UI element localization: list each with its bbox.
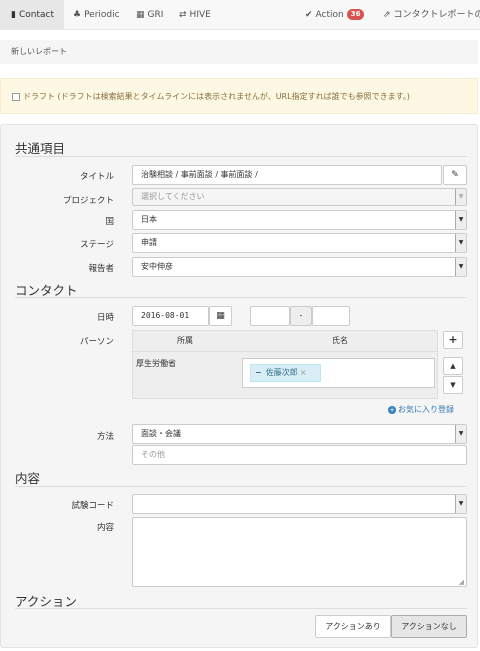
- nav-tab-gri[interactable]: ▦ GRI: [136, 0, 163, 30]
- reporter-label: 報告者: [88, 264, 114, 274]
- favorites-link[interactable]: + お気に入り登録: [388, 404, 454, 415]
- nav-tab-periodic-label: Periodic: [84, 10, 120, 20]
- plus-circle-icon: +: [388, 406, 396, 414]
- nav-tab-periodic[interactable]: ♣ Periodic: [73, 0, 120, 30]
- grid-icon: ▦: [136, 10, 145, 20]
- method-value: 面談・会議: [141, 429, 181, 438]
- chevron-down-icon: ▼: [450, 381, 456, 389]
- edit-icon: ✎: [451, 170, 459, 180]
- minus-icon[interactable]: −: [255, 368, 262, 377]
- chevron-down-icon: ▼: [455, 189, 466, 205]
- chevron-down-icon: ▼: [455, 234, 466, 252]
- country-label: 国: [105, 217, 114, 227]
- calendar-button[interactable]: ▦: [209, 306, 232, 326]
- section-divider: [15, 297, 467, 298]
- chevron-down-icon: ▼: [455, 211, 466, 229]
- table-row: 厚生労働省 − 佐藤次郎 ×: [132, 352, 438, 399]
- move-down-button[interactable]: ▼: [443, 376, 463, 394]
- chevron-down-icon: ▼: [455, 495, 466, 513]
- external-link-icon: ⇗: [383, 10, 391, 20]
- method-select[interactable]: 面談・会議 ▼: [132, 424, 467, 444]
- no-action-button[interactable]: アクションなし: [391, 615, 467, 638]
- project-placeholder: 選択してください: [141, 192, 205, 201]
- person-tag[interactable]: − 佐藤次郎 ×: [250, 364, 321, 382]
- datetime-label: 日時: [96, 313, 114, 323]
- project-select[interactable]: 選択してください ▼: [132, 188, 467, 206]
- title-label: タイトル: [79, 172, 114, 182]
- resize-handle-icon[interactable]: ◢: [459, 579, 464, 586]
- action-count-badge: 36: [346, 9, 365, 20]
- nav-contact-report-label: コンタクトレポートの: [393, 10, 480, 20]
- plus-icon: +: [448, 333, 458, 346]
- section-divider: [15, 156, 467, 157]
- reporter-select[interactable]: 安中伸彦 ▼: [132, 257, 467, 277]
- project-label: プロジェクト: [62, 196, 114, 206]
- stage-label: ステージ: [80, 240, 114, 250]
- calendar-icon: ▦: [216, 311, 225, 321]
- checkmark-icon: ✔: [305, 10, 313, 20]
- chevron-down-icon: ▼: [455, 258, 466, 276]
- draft-notice-text: ドラフト (ドラフトは検索結果とタイムラインには表示されませんが、URL指定すれ…: [23, 92, 410, 101]
- other-method-input[interactable]: その他: [132, 445, 467, 465]
- edit-title-button[interactable]: ✎: [443, 165, 467, 185]
- section-heading-content: 内容: [15, 471, 41, 486]
- chevron-up-icon: ▲: [450, 362, 456, 370]
- add-person-button[interactable]: +: [443, 331, 463, 349]
- chevron-down-icon: ▼: [455, 425, 466, 443]
- nav-tab-contact[interactable]: ▮ Contact: [0, 0, 64, 30]
- nav-action[interactable]: ✔ Action 36: [305, 0, 365, 30]
- country-value: 日本: [141, 215, 157, 224]
- country-select[interactable]: 日本 ▼: [132, 210, 467, 230]
- section-divider: [15, 486, 467, 487]
- nav-tab-hive[interactable]: ⇄ HIVE: [179, 0, 211, 30]
- test-code-select[interactable]: ▼: [132, 494, 467, 514]
- top-navbar: ▮ Contact ♣ Periodic ▦ GRI ⇄ HIVE ✔ Action 36 …: [0, 0, 480, 30]
- breadcrumb: 新しいレポート: [0, 40, 478, 64]
- column-affiliation: 所属: [177, 336, 193, 345]
- time-separator: -: [290, 306, 312, 326]
- favorites-link-label: お気に入り登録: [398, 405, 454, 414]
- move-up-button[interactable]: ▲: [443, 357, 463, 375]
- refresh-icon: ⇄: [179, 10, 187, 20]
- test-code-label: 試験コード: [71, 501, 114, 511]
- stage-value: 申請: [141, 238, 157, 247]
- nav-tab-gri-label: GRI: [147, 10, 164, 20]
- title-input[interactable]: 治験相談 / 事前面談 / 事前面談 /: [132, 165, 442, 185]
- person-tag-input[interactable]: − 佐藤次郎 ×: [242, 358, 435, 388]
- content-label: 内容: [96, 523, 114, 533]
- person-tag-name: 佐藤次郎: [265, 368, 298, 377]
- draft-checkbox[interactable]: [12, 92, 20, 101]
- column-name: 氏名: [332, 336, 348, 345]
- document-icon: ▮: [11, 10, 16, 20]
- content-textarea[interactable]: ◢: [132, 517, 467, 587]
- date-input[interactable]: 2016-08-01: [132, 306, 209, 326]
- page-title: 新しいレポート: [11, 47, 67, 56]
- stage-select[interactable]: 申請 ▼: [132, 233, 467, 253]
- reporter-value: 安中伸彦: [141, 262, 173, 271]
- section-divider: [15, 608, 467, 609]
- draft-alert: ドラフト (ドラフトは検索結果とタイムラインには表示されませんが、URL指定すれ…: [0, 78, 478, 114]
- nav-tab-hive-label: HIVE: [189, 10, 211, 20]
- person-label: パーソン: [79, 337, 114, 347]
- section-heading-common: 共通項目: [15, 141, 66, 156]
- nav-tab-contact-label: Contact: [18, 10, 54, 20]
- person-table-header: 所属 氏名: [132, 330, 438, 352]
- affiliation-cell: 厚生労働省: [136, 359, 176, 368]
- nav-contact-report[interactable]: ⇗ コンタクトレポートの: [383, 0, 480, 30]
- start-time-input[interactable]: [250, 306, 290, 326]
- nav-action-label: Action: [315, 10, 344, 20]
- end-time-input[interactable]: [312, 306, 350, 326]
- remove-tag-icon[interactable]: ×: [300, 368, 307, 377]
- with-action-button[interactable]: アクションあり: [315, 615, 391, 638]
- bell-icon: ♣: [73, 10, 82, 20]
- method-label: 方法: [96, 432, 114, 442]
- report-form: 共通項目 タイトル 治験相談 / 事前面談 / 事前面談 / ✎ プロジェクト …: [0, 124, 478, 648]
